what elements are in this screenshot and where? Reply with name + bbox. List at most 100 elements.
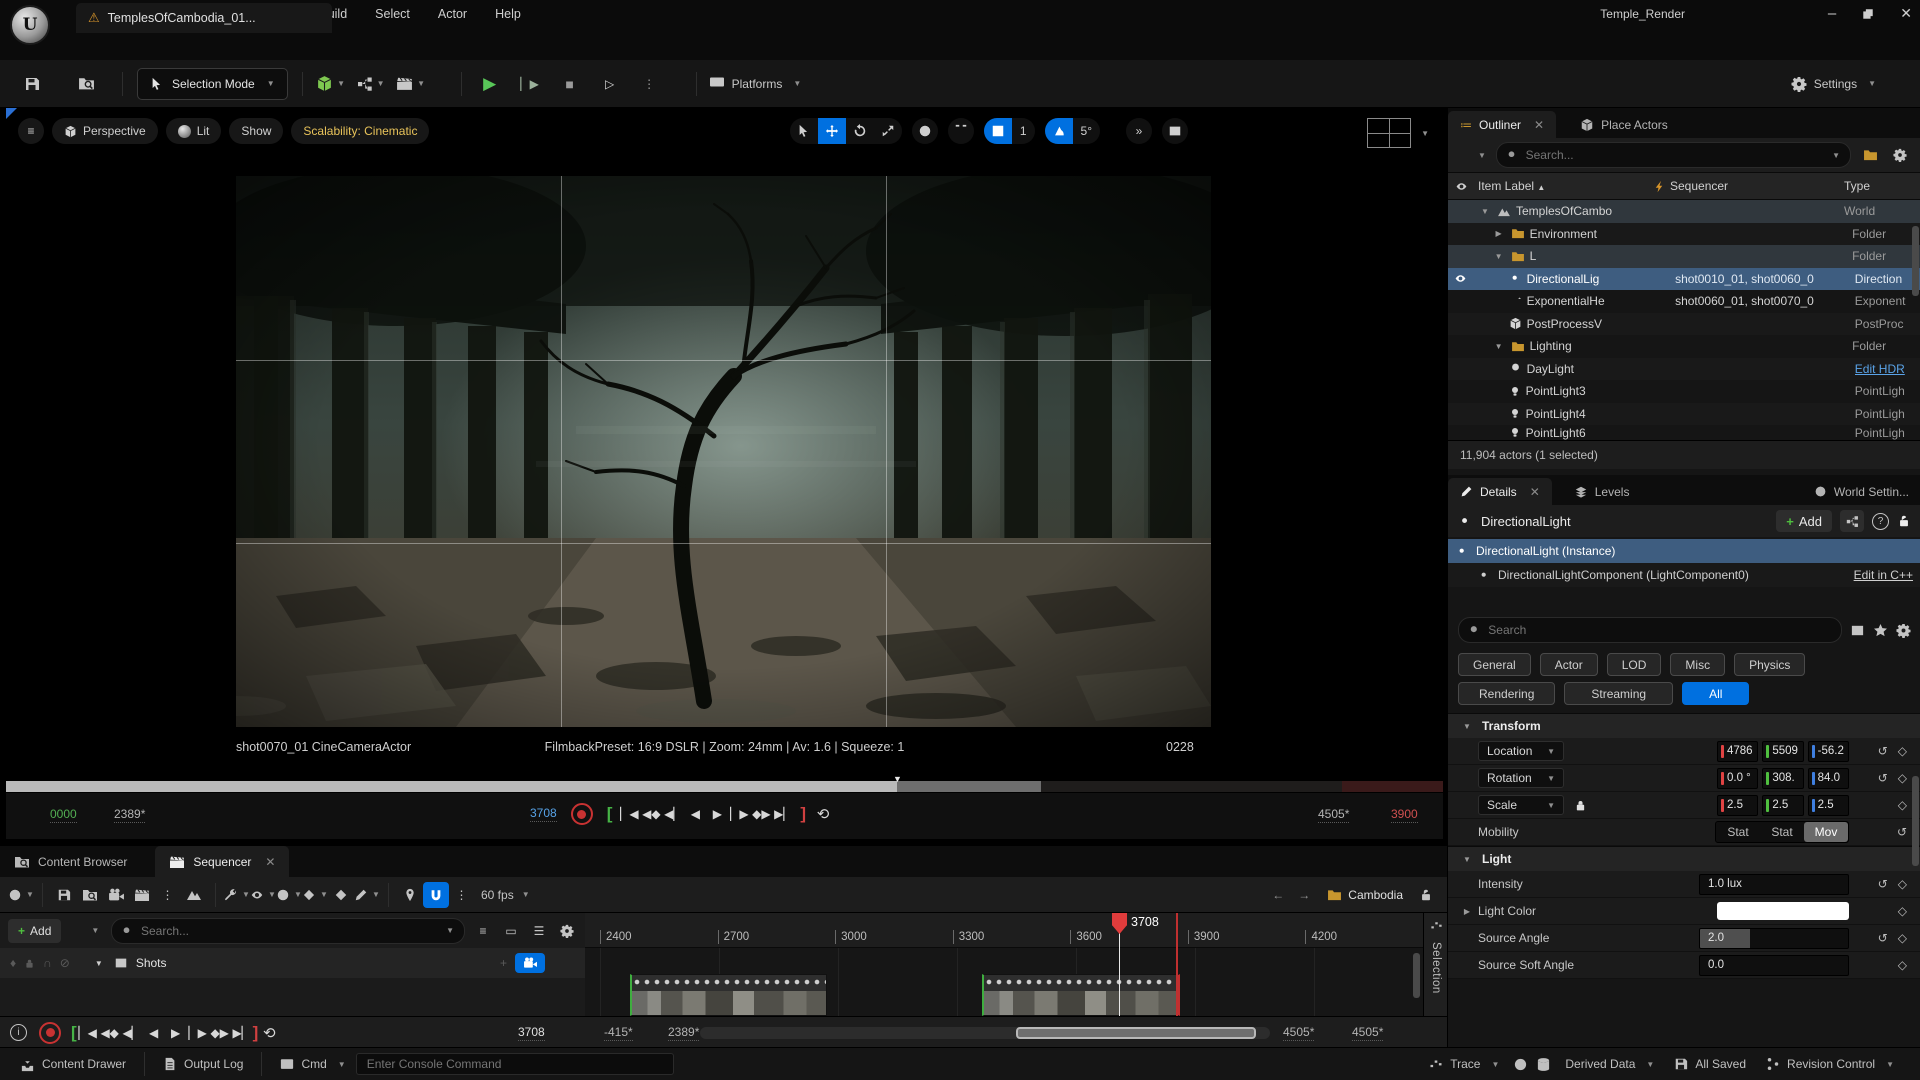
edit-in-cpp-link[interactable]: Edit in C++ — [1854, 568, 1913, 582]
keyframe-diamond-icon[interactable]: ◇ — [1898, 958, 1907, 972]
console-command-field[interactable] — [356, 1053, 674, 1075]
rotation-z-field[interactable]: 84.0 — [1808, 768, 1849, 789]
record-button[interactable] — [571, 803, 593, 825]
outliner-row[interactable]: ▼L Folder — [1448, 245, 1920, 268]
spawnable-tree-button[interactable] — [181, 882, 207, 908]
transport-button[interactable]: ◆▶ — [750, 803, 772, 825]
history-forward-button[interactable]: → — [1291, 882, 1317, 908]
mobility-movable-button[interactable]: Mov — [1804, 822, 1848, 842]
outliner-row-selected[interactable]: DirectionalLig shot0010_01, shot0060_0Di… — [1448, 268, 1920, 291]
intensity-field[interactable]: 1.0 lux — [1699, 874, 1849, 895]
playback-options-dropdown[interactable]: ▼ — [276, 882, 302, 908]
help-icon[interactable]: ? — [1872, 513, 1889, 530]
outliner-search[interactable]: ▼ — [1496, 142, 1851, 168]
grid-snap-toggle[interactable] — [984, 118, 1012, 144]
sequencer-end-field[interactable]: 4505* — [1352, 1025, 1383, 1041]
insights-status-icon[interactable] — [1509, 1057, 1532, 1072]
details-search[interactable] — [1458, 617, 1842, 643]
location-x-field[interactable]: 4786 — [1717, 741, 1758, 762]
current-frame-field[interactable]: 3708 — [530, 806, 557, 822]
close-icon[interactable]: ✕ — [265, 855, 275, 869]
keyframe-diamond-icon[interactable]: ◇ — [1898, 798, 1907, 812]
column-sequencer[interactable]: Sequencer — [1654, 179, 1844, 193]
transport-button[interactable]: ▶ — [706, 803, 728, 825]
transport-button[interactable]: ◀◆ — [99, 1022, 121, 1044]
minimize-button[interactable]: – — [1828, 5, 1836, 22]
viewport-options-menu[interactable]: ≡ — [18, 118, 44, 144]
location-z-field[interactable]: -56.2 — [1808, 741, 1849, 762]
angle-snap-value[interactable]: 5° — [1073, 124, 1100, 138]
cinematics-dropdown[interactable]: ▼ — [391, 68, 431, 100]
launch-button[interactable]: ▷ — [590, 68, 630, 100]
camera-speed-expand[interactable]: » — [1126, 118, 1152, 144]
find-in-content-browser-button[interactable] — [77, 882, 103, 908]
category-chip[interactable]: Physics — [1734, 653, 1805, 676]
details-scrollbar[interactable] — [1912, 776, 1919, 866]
unlock-icon[interactable] — [1897, 514, 1911, 528]
reset-icon[interactable]: ↺ — [1878, 771, 1888, 785]
lock-track-icon[interactable] — [24, 958, 35, 969]
category-chip[interactable]: General — [1458, 653, 1531, 676]
sequencer-add-button[interactable]: + Add — [8, 919, 61, 943]
set-in-bracket[interactable]: [ — [607, 804, 613, 824]
component-row[interactable]: DirectionalLightComponent (LightComponen… — [1448, 563, 1920, 587]
info-icon[interactable]: i — [10, 1024, 27, 1041]
all-saved-indicator[interactable]: All Saved — [1664, 1057, 1756, 1071]
transport-button[interactable]: ▏◀ — [618, 803, 640, 825]
outliner-row[interactable]: PostProcessV PostProc — [1448, 313, 1920, 336]
sequencer-out-field[interactable]: 4505* — [1283, 1025, 1314, 1041]
rotation-x-field[interactable]: 0.0 ° — [1717, 768, 1758, 789]
camera-cut-track[interactable]: ▼ — [6, 781, 1443, 792]
tab-outliner[interactable]: ≔ Outliner ✕ — [1448, 111, 1556, 138]
outliner-settings-button[interactable] — [1889, 142, 1911, 168]
column-item-label[interactable]: Item Label ▲ — [1474, 179, 1654, 193]
angle-snap-toggle[interactable] — [1045, 118, 1073, 144]
scale-x-field[interactable]: 2.5 — [1717, 795, 1758, 816]
source-angle-field[interactable]: 2.0 — [1699, 928, 1849, 949]
sequencer-record-button[interactable] — [39, 1022, 61, 1044]
shot-clip[interactable] — [630, 974, 827, 1016]
category-chip[interactable]: Actor — [1540, 653, 1598, 676]
snap-options-dots[interactable]: ⋮ — [449, 882, 475, 908]
scale-lock-icon[interactable] — [1574, 799, 1587, 812]
location-y-field[interactable]: 5509 — [1762, 741, 1803, 762]
curve-editor-dropdown[interactable]: ▼ — [354, 882, 380, 908]
menu-item[interactable]: Select — [361, 0, 424, 27]
close-icon[interactable]: ✕ — [1534, 118, 1544, 132]
rotation-y-field[interactable]: 308. — [1762, 768, 1803, 789]
platforms-dropdown[interactable]: Platforms ▼ — [705, 68, 806, 100]
scale-dropdown[interactable]: Scale▼ — [1478, 795, 1564, 815]
tab-place-actors[interactable]: Place Actors — [1568, 111, 1680, 138]
playback-end-marker[interactable] — [1176, 913, 1178, 1016]
light-color-swatch[interactable] — [1717, 902, 1849, 920]
rotation-dropdown[interactable]: Rotation▼ — [1478, 768, 1564, 788]
transport-button[interactable]: ◆▶ — [209, 1022, 231, 1044]
scalability-pill[interactable]: Scalability: Cinematic — [291, 118, 429, 144]
menu-item[interactable]: Help — [481, 0, 535, 27]
menu-item[interactable]: Actor — [424, 0, 481, 27]
shots-track-row[interactable]: ♦ ∩ ⊘ ▼ Shots + — [0, 948, 585, 978]
timeline-scroll-track[interactable] — [700, 1027, 1270, 1039]
reset-icon[interactable]: ↺ — [1878, 931, 1888, 945]
tab-content-browser[interactable]: Content Browser — [0, 846, 141, 877]
tab-details[interactable]: Details ✕ — [1448, 478, 1552, 505]
timeline-scroll-thumb[interactable] — [1016, 1027, 1256, 1039]
tab-world-settings[interactable]: World Settin... — [1802, 478, 1920, 505]
outliner-row[interactable]: ▼Lighting Folder — [1448, 335, 1920, 358]
view-density-compact-button[interactable]: ≡ — [473, 918, 493, 944]
reset-icon[interactable]: ↺ — [1897, 825, 1907, 839]
transport-button[interactable]: ◀ — [143, 1022, 165, 1044]
output-log-button[interactable]: Output Log — [153, 1057, 253, 1071]
category-chip[interactable]: Misc — [1670, 653, 1725, 676]
eye-icon[interactable] — [1454, 272, 1467, 285]
trace-dropdown[interactable]: Trace ▼ — [1419, 1057, 1509, 1071]
selection-side-tab[interactable]: Selection — [1430, 942, 1442, 994]
history-back-button[interactable]: ← — [1265, 882, 1291, 908]
scale-tool-button[interactable] — [874, 118, 902, 144]
sequencer-save-button[interactable] — [51, 882, 77, 908]
view-density-relaxed-button[interactable]: ▭ — [501, 918, 521, 944]
save-button[interactable] — [12, 68, 52, 100]
transport-button[interactable]: ▶▏ — [231, 1022, 253, 1044]
keyframe-diamond-icon[interactable]: ◇ — [1898, 904, 1907, 918]
outliner-row[interactable]: DayLight Edit HDR — [1448, 358, 1920, 381]
